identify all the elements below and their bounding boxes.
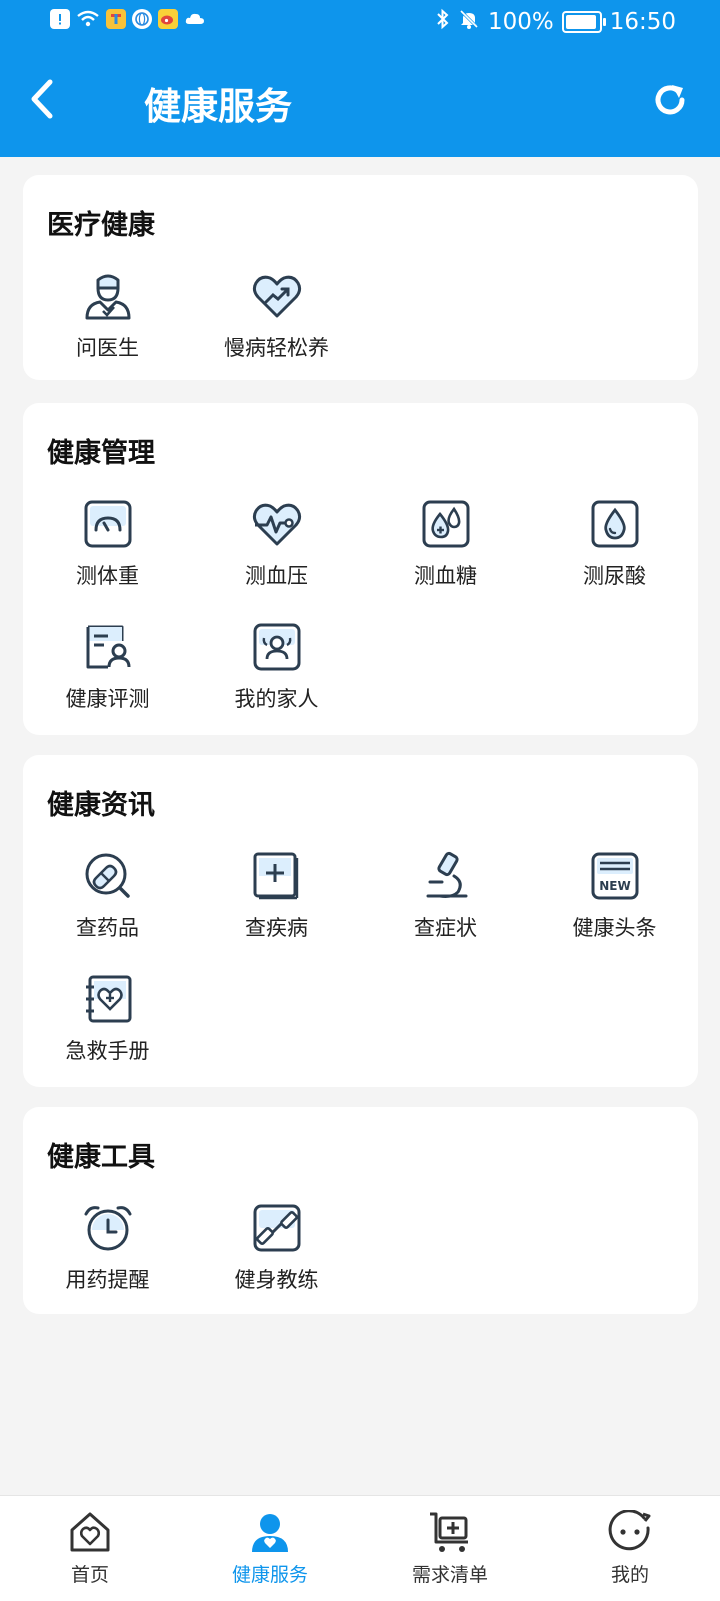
heart-pulse-icon [251,498,303,550]
item-label: 用药提醒 [65,1268,150,1292]
battery-level [565,15,597,29]
item-label: 健康评测 [65,687,150,711]
health-report-icon [82,621,134,673]
nav-demand-list[interactable]: 需求清单 [360,1510,540,1587]
status-bar: 100% 16:50 [0,0,720,46]
pill-search-icon [82,850,134,902]
page-title: 健康服务 [144,85,292,128]
drop-icon [589,498,641,550]
item-label: 测体重 [76,564,139,588]
bluetooth-icon [436,8,450,36]
item-ask-doctor[interactable]: 问医生 [23,270,192,362]
section-health-management: 健康管理 测体重 测血压 测血糖 测尿酸 健康评测 我的家人 [23,403,698,735]
bottom-navigation: 首页 健康服务 需求清单 我的 [0,1495,720,1601]
nav-home[interactable]: 首页 [0,1510,180,1587]
item-label: 测尿酸 [583,564,646,588]
scale-icon [82,498,134,550]
refresh-button[interactable] [650,80,690,120]
item-health-assessment[interactable]: 健康评测 [23,621,192,713]
item-my-family[interactable]: 我的家人 [192,621,361,713]
weibo-icon [158,9,178,29]
item-label: 问医生 [76,336,139,360]
item-medication-reminder[interactable]: 用药提醒 [23,1202,192,1294]
face-icon [608,1509,652,1554]
section-medical-health: 医疗健康 问医生 慢病轻松养 [23,175,698,380]
health-service-icon [248,1510,292,1554]
item-fitness-coach[interactable]: 健身教练 [192,1202,361,1294]
item-search-disease[interactable]: 查疾病 [192,850,361,942]
app-t-icon [106,9,126,29]
item-first-aid[interactable]: 急救手册 [23,973,192,1065]
system-status: 100% 16:50 [436,8,676,36]
nav-health-service[interactable]: 健康服务 [180,1510,360,1587]
mute-bell-icon [458,8,480,36]
item-blood-pressure[interactable]: 测血压 [192,498,361,590]
microscope-icon [420,850,472,902]
alert-notification-icon [50,9,70,29]
item-label: 查疾病 [245,916,308,940]
alarm-clock-icon [82,1202,134,1254]
section-health-info: 健康资讯 查药品 查疾病 查症状 NEW 健康头条 急救手册 [23,755,698,1087]
nav-label: 首页 [70,1564,109,1586]
item-search-symptom[interactable]: 查症状 [361,850,530,942]
cart-plus-icon [428,1510,472,1554]
section-title: 健康资讯 [47,790,155,821]
doctor-icon [82,270,134,322]
item-label: 急救手册 [65,1039,150,1063]
section-health-tools: 健康工具 用药提醒 健身教练 [23,1107,698,1314]
item-label: 查症状 [414,916,477,940]
item-chronic-care[interactable]: 慢病轻松养 [192,270,361,362]
item-label: 测血压 [245,564,308,588]
nav-mine[interactable]: 我的 [540,1509,720,1587]
item-search-medicine[interactable]: 查药品 [23,850,192,942]
item-label: 我的家人 [234,687,319,711]
notification-icons [50,9,206,29]
nav-label: 我的 [610,1564,649,1586]
svg-text:NEW: NEW [599,879,630,893]
nav-label: 需求清单 [411,1564,488,1586]
item-health-news[interactable]: NEW 健康头条 [530,850,699,942]
section-title: 医疗健康 [47,210,155,241]
back-button[interactable] [26,78,66,122]
first-aid-book-icon [82,973,134,1025]
top-app-bar: 100% 16:50 健康服务 [0,0,720,157]
medical-book-icon [251,850,303,902]
family-icon [251,621,303,673]
item-label: 慢病轻松养 [224,336,329,360]
cloud-icon [184,9,206,29]
dumbbell-icon [251,1202,303,1254]
battery-icon [561,11,606,33]
item-label: 健康头条 [572,916,657,940]
wifi-icon [76,9,100,29]
item-weight[interactable]: 测体重 [23,498,192,590]
nav-label: 健康服务 [231,1564,308,1586]
item-label: 查药品 [76,916,139,940]
item-label: 健身教练 [234,1268,319,1292]
item-label: 测血糖 [414,564,477,588]
section-title: 健康工具 [47,1142,155,1173]
heart-trend-icon [251,270,303,322]
chevron-left-icon [31,79,53,119]
item-blood-sugar[interactable]: 测血糖 [361,498,530,590]
home-icon [68,1510,112,1554]
section-title: 健康管理 [47,438,155,469]
refresh-icon [655,85,685,115]
browser-globe-icon [132,9,152,29]
item-uric-acid[interactable]: 测尿酸 [530,498,699,590]
blood-drop-plus-icon [420,498,472,550]
clock: 16:50 [609,9,676,35]
battery-percent: 100% [487,9,554,35]
news-icon: NEW [589,850,641,902]
